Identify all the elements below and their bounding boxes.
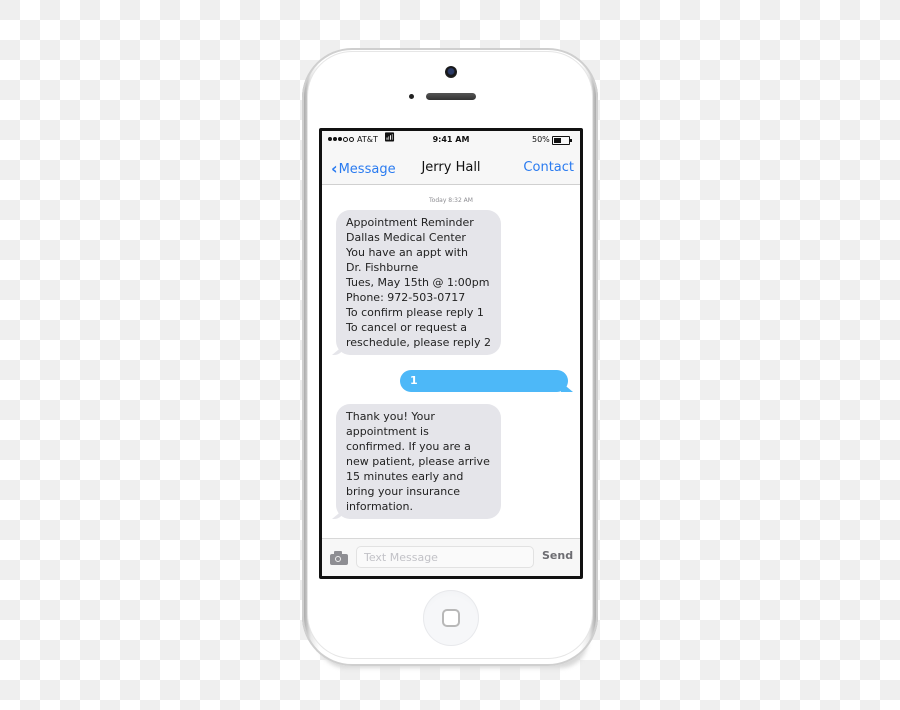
earpiece-speaker	[426, 93, 476, 100]
battery-icon	[552, 136, 570, 145]
battery-percent: 50%	[532, 135, 550, 144]
incoming-message-bubble: Thank you! Your appointment is confirmed…	[336, 404, 501, 519]
home-button-square-icon	[442, 609, 460, 627]
front-camera-icon	[445, 66, 457, 78]
outgoing-message-bubble: 1	[400, 370, 568, 392]
battery-level	[554, 138, 561, 143]
messages-app: AT&T 📶︎ 9:41 AM 50% ‹Message Jerry Hall …	[322, 131, 580, 576]
proximity-sensor	[409, 94, 414, 99]
send-button[interactable]: Send	[542, 549, 573, 562]
message-timestamp: Today 8:32 AM	[429, 197, 473, 204]
text-message-input[interactable]	[356, 546, 534, 568]
home-button[interactable]	[423, 590, 479, 646]
camera-icon-lens	[335, 556, 341, 562]
camera-icon[interactable]	[330, 551, 348, 565]
status-bar: AT&T 📶︎ 9:41 AM 50%	[322, 131, 580, 151]
phone-screen: AT&T 📶︎ 9:41 AM 50% ‹Message Jerry Hall …	[319, 128, 583, 579]
incoming-message-bubble: Appointment Reminder Dallas Medical Cent…	[336, 210, 501, 355]
conversation-header: ‹Message Jerry Hall Contact	[322, 151, 580, 185]
battery-nub	[570, 139, 572, 142]
contact-button[interactable]: Contact	[523, 160, 574, 175]
message-composer: Send	[322, 538, 580, 576]
